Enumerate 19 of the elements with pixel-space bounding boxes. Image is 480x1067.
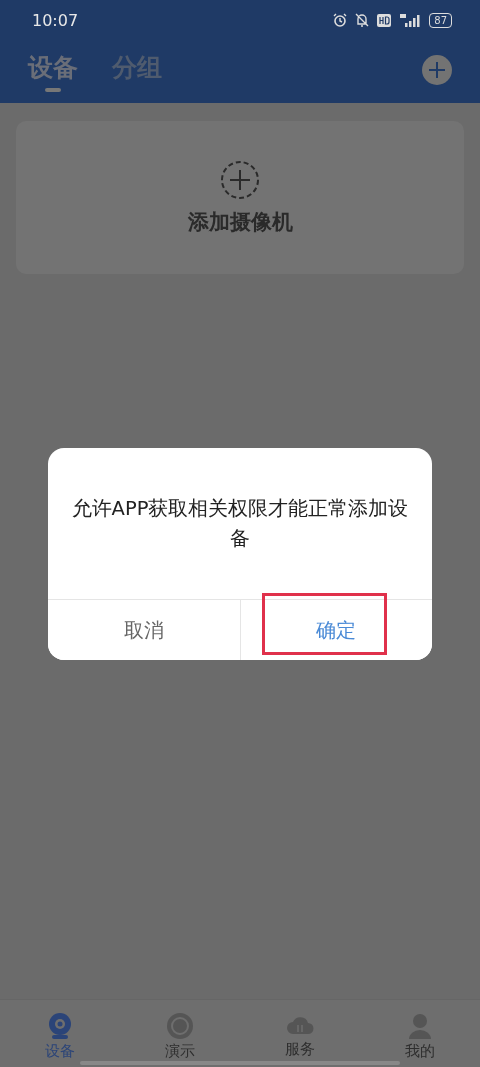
signal-icon — [399, 13, 422, 27]
disc-icon — [166, 1012, 194, 1040]
plus-icon — [427, 59, 447, 80]
nav-item[interactable]: 服务 — [240, 1000, 360, 1067]
alarm-clock-icon — [333, 13, 348, 27]
hd-icon — [377, 13, 392, 27]
nav-item[interactable]: 我的 — [360, 1000, 480, 1067]
person-icon — [407, 1012, 433, 1040]
dashed-plus-icon — [220, 159, 260, 200]
webcam-icon — [47, 1012, 73, 1040]
add-camera-card[interactable]: 添加摄像机 — [16, 121, 464, 274]
dialog-message: 允许APP获取相关权限才能正常添加设备 — [70, 495, 410, 552]
battery-level: 87 — [429, 12, 452, 28]
add-camera-label: 添加摄像机 — [187, 208, 293, 236]
add-button[interactable] — [422, 54, 452, 85]
tab[interactable]: 设备 — [28, 51, 78, 92]
muted-bell-icon — [355, 13, 370, 27]
confirm-button[interactable]: 确定 — [239, 600, 432, 660]
status-time: 10:07 — [32, 10, 79, 30]
